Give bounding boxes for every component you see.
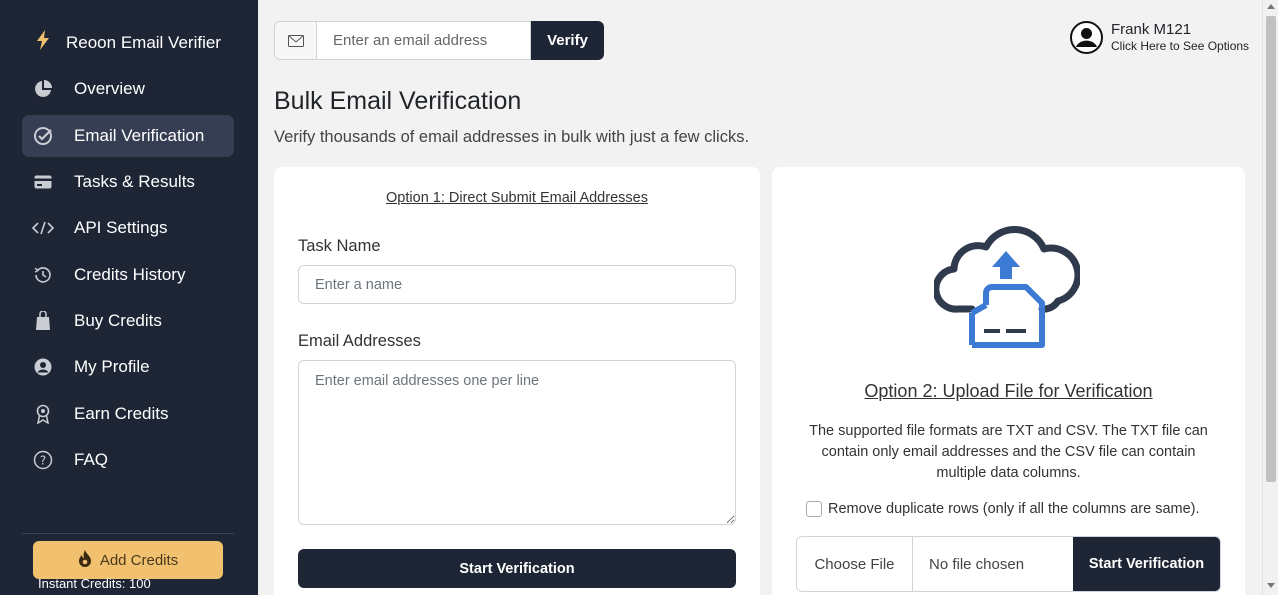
- user-menu[interactable]: Frank M121 Click Here to See Options: [1070, 21, 1249, 59]
- sidebar-item-label: Earn Credits: [74, 404, 169, 423]
- verify-button[interactable]: Verify: [531, 21, 604, 60]
- email-addresses-textarea[interactable]: [298, 360, 736, 525]
- quick-verify-group: Verify: [274, 21, 604, 60]
- sidebar-item-label: Buy Credits: [74, 311, 162, 330]
- sidebar-item-label: FAQ: [74, 450, 109, 469]
- option2-heading: Option 2: Upload File for Verification: [864, 381, 1153, 401]
- envelope-icon: [274, 21, 316, 60]
- task-name-input[interactable]: [298, 265, 736, 304]
- brand-name: Reoon Email Verifier: [66, 32, 221, 52]
- page-title: Bulk Email Verification: [274, 87, 522, 115]
- sidebar-item-overview[interactable]: Overview: [22, 68, 234, 110]
- sidebar-item-label: Tasks & Results: [74, 172, 195, 191]
- page-subtitle: Verify thousands of email addresses in b…: [274, 128, 750, 146]
- user-options-hint: Click Here to See Options: [1111, 39, 1250, 53]
- lightning-icon: [36, 30, 50, 55]
- sidebar-item-label: My Profile: [74, 357, 150, 376]
- sidebar: Reoon Email Verifier Overview Email Veri…: [0, 0, 258, 595]
- remove-duplicates-option[interactable]: Remove duplicate rows (only if all the c…: [806, 501, 1200, 517]
- email-addresses-label: Email Addresses: [298, 332, 421, 350]
- user-circle-icon: [32, 356, 54, 378]
- award-icon: [32, 403, 54, 425]
- sidebar-item-email-verification[interactable]: Email Verification: [22, 115, 234, 157]
- sidebar-item-label: Email Verification: [74, 126, 205, 145]
- sidebar-item-faq[interactable]: ? FAQ: [22, 439, 234, 481]
- sidebar-item-api-settings[interactable]: API Settings: [22, 207, 234, 249]
- upload-start-verification-button[interactable]: Start Verification: [1073, 537, 1220, 591]
- question-circle-icon: ?: [32, 449, 54, 471]
- sidebar-item-earn-credits[interactable]: Earn Credits: [22, 393, 234, 435]
- svg-text:?: ?: [40, 454, 46, 468]
- scroll-down-arrow-icon[interactable]: [1267, 583, 1275, 588]
- sidebar-item-buy-credits[interactable]: Buy Credits: [22, 300, 234, 342]
- page-scrollbar[interactable]: [1262, 0, 1278, 595]
- user-name: Frank M121: [1111, 21, 1192, 38]
- cloud-upload-icon: [932, 217, 1082, 357]
- sidebar-item-tasks-results[interactable]: Tasks & Results: [22, 161, 234, 203]
- sidebar-item-label: Credits History: [74, 265, 186, 284]
- code-icon: [32, 217, 54, 239]
- file-name-display: No file chosen: [929, 555, 1025, 573]
- credit-card-icon: [32, 171, 54, 193]
- scroll-up-arrow-icon[interactable]: [1267, 4, 1275, 9]
- option1-heading: Option 1: Direct Submit Email Addresses: [386, 190, 648, 206]
- check-circle-icon: [32, 125, 54, 147]
- choose-file-button[interactable]: Choose File: [797, 537, 913, 591]
- sidebar-item-label: API Settings: [74, 218, 168, 237]
- instant-credits: Instant Credits: 100: [38, 576, 151, 591]
- shopping-bag-icon: [32, 310, 54, 332]
- remove-duplicates-checkbox[interactable]: [806, 501, 822, 517]
- sidebar-divider: [22, 533, 234, 534]
- pie-chart-icon: [32, 78, 54, 100]
- upload-description: The supported file formats are TXT and C…: [809, 423, 1208, 481]
- add-credits-label: Add Credits: [99, 551, 179, 569]
- sidebar-item-my-profile[interactable]: My Profile: [22, 346, 234, 388]
- direct-submit-card: Option 1: Direct Submit Email Addresses …: [274, 167, 760, 595]
- remove-duplicates-label: Remove duplicate rows (only if all the c…: [828, 501, 1200, 517]
- fire-icon: [78, 549, 92, 571]
- brand[interactable]: Reoon Email Verifier: [36, 30, 221, 55]
- history-icon: [32, 264, 54, 286]
- user-avatar-icon: [1070, 21, 1103, 59]
- sidebar-item-label: Overview: [74, 79, 145, 98]
- sidebar-item-credits-history[interactable]: Credits History: [22, 254, 234, 296]
- scroll-thumb[interactable]: [1266, 16, 1276, 482]
- file-upload-group: Choose File No file chosen Start Verific…: [796, 536, 1221, 592]
- quick-email-input[interactable]: [316, 21, 531, 60]
- start-verification-button[interactable]: Start Verification: [298, 549, 736, 588]
- upload-file-card: Option 2: Upload File for Verification T…: [772, 167, 1245, 595]
- add-credits-button[interactable]: Add Credits: [33, 541, 223, 579]
- task-name-label: Task Name: [298, 237, 381, 255]
